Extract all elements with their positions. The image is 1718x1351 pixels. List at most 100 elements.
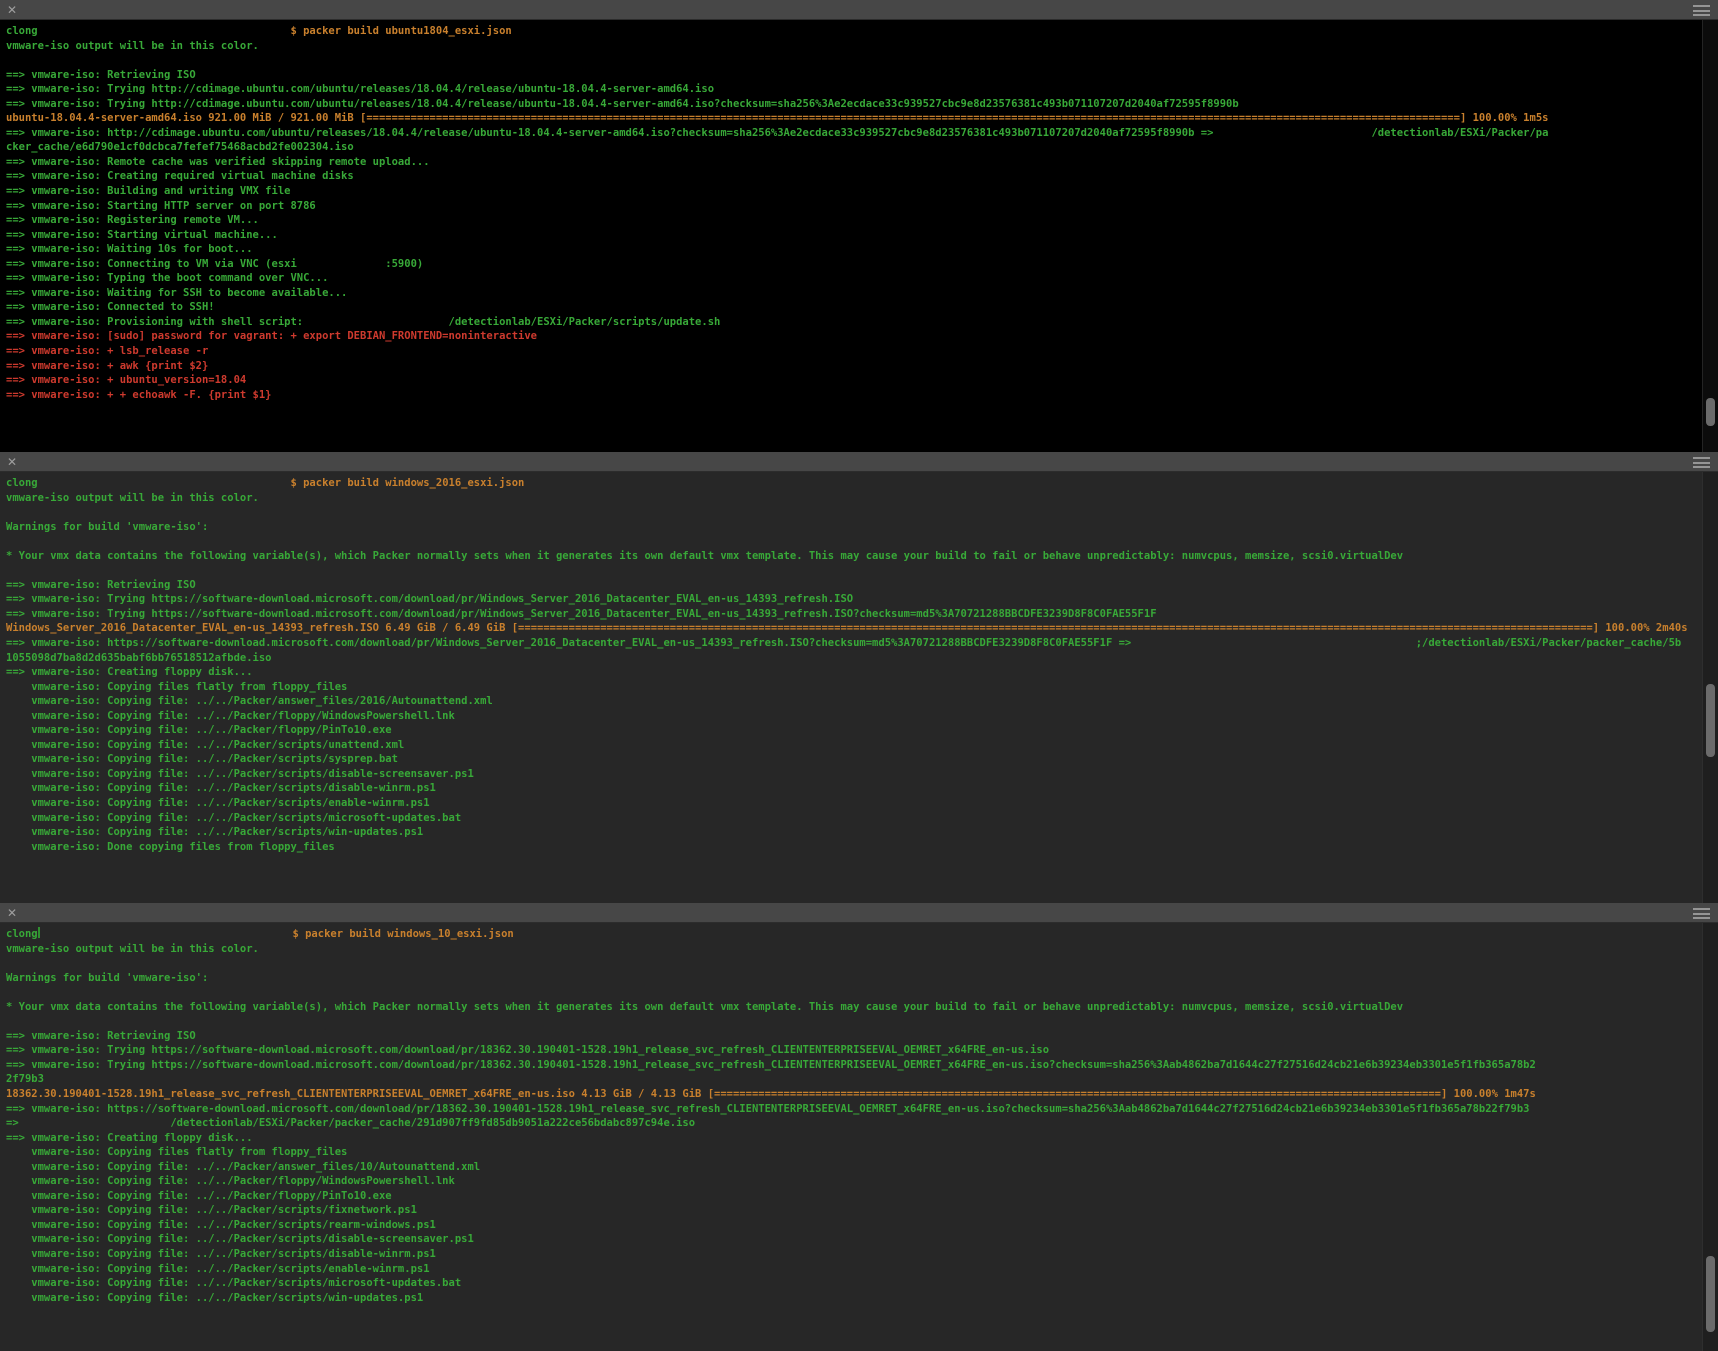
- terminal-line: ==> vmware-iso: [sudo] password for vagr…: [6, 329, 1702, 344]
- terminal-line: vmware-iso: Copying file: ../../Packer/f…: [6, 1174, 1702, 1189]
- terminal-window: { "window": { "close_glyph": "✕" }, "col…: [0, 0, 1718, 1351]
- terminal-line: [6, 534, 1702, 549]
- terminal-line: vmware-iso: Copying file: ../../Packer/f…: [6, 709, 1702, 724]
- menu-icon[interactable]: [1693, 457, 1710, 468]
- terminal-line: ubuntu-18.04.4-server-amd64.iso 921.00 M…: [6, 111, 1702, 126]
- terminal-text: 18362.30.190401-1528.19h1_release_svc_re…: [6, 1088, 714, 1100]
- pane-titlebar[interactable]: ✕: [0, 903, 1718, 923]
- pane-titlebar[interactable]: ✕: [0, 0, 1718, 20]
- terminal-line: => /detectionlab/ESXi/Packer/packer_cach…: [6, 1116, 1702, 1131]
- terminal-line: ==> vmware-iso: Trying http://cdimage.ub…: [6, 82, 1702, 97]
- terminal-line: vmware-iso: Copying file: ../../Packer/s…: [6, 1291, 1702, 1306]
- terminal-line: vmware-iso: Copying file: ../../Packer/f…: [6, 723, 1702, 738]
- terminal-line: vmware-iso: Copying file: ../../Packer/s…: [6, 811, 1702, 826]
- terminal-text: vmware-iso: Copying files flatly from fl…: [6, 681, 347, 693]
- scrollbar[interactable]: [1702, 472, 1718, 903]
- terminal-text: ==> vmware-iso: Creating floppy disk...: [6, 1132, 253, 1144]
- terminal-line: ==> vmware-iso: Connected to SSH!: [6, 300, 1702, 315]
- terminal-line: ==> vmware-iso: Typing the boot command …: [6, 271, 1702, 286]
- terminal-text: vmware-iso: Copying file: ../../Packer/f…: [6, 1190, 392, 1202]
- terminal-text: $ packer build windows_10_esxi.json: [40, 928, 514, 940]
- terminal-line: vmware-iso: Copying file: ../../Packer/f…: [6, 1189, 1702, 1204]
- terminal-output[interactable]: clong $ packer build windows_10_esxi.jso…: [0, 923, 1702, 1351]
- terminal-text: ==> vmware-iso: Typing the boot command …: [6, 272, 328, 284]
- menu-icon[interactable]: [1693, 908, 1710, 919]
- close-icon[interactable]: ✕: [7, 905, 17, 921]
- scrollbar[interactable]: [1702, 923, 1718, 1351]
- menu-icon[interactable]: [1693, 5, 1710, 16]
- terminal-line: vmware-iso: Copying file: ../../Packer/s…: [6, 781, 1702, 796]
- terminal-line: ==> vmware-iso: Retrieving ISO: [6, 68, 1702, 83]
- terminal-text: ==> vmware-iso: Retrieving ISO: [6, 579, 196, 591]
- terminal-line: * Your vmx data contains the following v…: [6, 1000, 1702, 1015]
- terminal-text: 1055098d7ba8d2d635babf6bb76518512afbde.i…: [6, 652, 272, 664]
- terminal-line: ==> vmware-iso: Creating required virtua…: [6, 169, 1702, 184]
- terminal-line: [6, 563, 1702, 578]
- terminal-line: vmware-iso output will be in this color.: [6, 39, 1702, 54]
- terminal-line: vmware-iso: Copying file: ../../Packer/s…: [6, 1232, 1702, 1247]
- terminal-line: ==> vmware-iso: + + echoawk -F. {print $…: [6, 388, 1702, 403]
- terminal-line: ==> vmware-iso: Creating floppy disk...: [6, 1131, 1702, 1146]
- terminal-line: ==> vmware-iso: Waiting for SSH to becom…: [6, 286, 1702, 301]
- terminal-text: ==> vmware-iso: Creating floppy disk...: [6, 666, 253, 678]
- terminal-text: clong: [6, 928, 38, 940]
- terminal-text: ==> vmware-iso: Registering remote VM...: [6, 214, 259, 226]
- terminal-text: vmware-iso: Copying file: ../../Packer/s…: [6, 1248, 436, 1260]
- scrollbar-thumb[interactable]: [1706, 684, 1715, 757]
- terminal-text: vmware-iso output will be in this color.: [6, 492, 259, 504]
- terminal-line: clong $ packer build windows_2016_esxi.j…: [6, 476, 1702, 491]
- terminal-text: vmware-iso: Copying file: ../../Packer/s…: [6, 1263, 430, 1275]
- scrollbar-thumb[interactable]: [1706, 1256, 1715, 1332]
- terminal-text: ========================================…: [714, 1088, 1441, 1100]
- terminal-text: ==> vmware-iso: https://software-downloa…: [6, 637, 1681, 649]
- terminal-line: vmware-iso: Copying file: ../../Packer/s…: [6, 1247, 1702, 1262]
- terminal-text: ==> vmware-iso: Starting HTTP server on …: [6, 200, 316, 212]
- terminal-text: ==> vmware-iso: Provisioning with shell …: [6, 316, 720, 328]
- terminal-line: ==> vmware-iso: Trying https://software-…: [6, 1058, 1702, 1073]
- pane-titlebar[interactable]: ✕: [0, 452, 1718, 472]
- terminal-line: vmware-iso: Copying files flatly from fl…: [6, 680, 1702, 695]
- terminal-line: vmware-iso: Copying file: ../../Packer/s…: [6, 767, 1702, 782]
- terminal-text: ] 100.00% 1m5s: [1460, 112, 1549, 124]
- terminal-line: ==> vmware-iso: https://software-downloa…: [6, 636, 1702, 651]
- terminal-text: ==> vmware-iso: Waiting 10s for boot...: [6, 243, 253, 255]
- terminal-text: vmware-iso: Copying file: ../../Packer/s…: [6, 1219, 436, 1231]
- terminal-line: ==> vmware-iso: Trying http://cdimage.ub…: [6, 97, 1702, 112]
- terminal-text: vmware-iso: Copying file: ../../Packer/s…: [6, 1233, 474, 1245]
- terminal-text: vmware-iso: Copying file: ../../Packer/a…: [6, 1161, 480, 1173]
- terminal-line: ==> vmware-iso: Registering remote VM...: [6, 213, 1702, 228]
- scrollbar-thumb[interactable]: [1706, 398, 1715, 426]
- close-icon[interactable]: ✕: [7, 2, 17, 18]
- terminal-text: vmware-iso output will be in this color.: [6, 943, 259, 955]
- terminal-line: ==> vmware-iso: + ubuntu_version=18.04: [6, 373, 1702, 388]
- terminal-text: ==> vmware-iso: Building and writing VMX…: [6, 185, 290, 197]
- terminal-text: Windows_Server_2016_Datacenter_EVAL_en-u…: [6, 622, 518, 634]
- terminal-text: ubuntu-18.04.4-server-amd64.iso 921.00 M…: [6, 112, 366, 124]
- terminal-line: ==> vmware-iso: Waiting 10s for boot...: [6, 242, 1702, 257]
- terminal-line: ==> vmware-iso: Connecting to VM via VNC…: [6, 257, 1702, 272]
- terminal-line: vmware-iso: Copying file: ../../Packer/s…: [6, 752, 1702, 767]
- terminal-text: ========================================…: [518, 622, 1593, 634]
- terminal-output[interactable]: clong $ packer build ubuntu1804_esxi.jso…: [0, 20, 1702, 452]
- terminal-text: ==> vmware-iso: Remote cache was verifie…: [6, 156, 430, 168]
- terminal-line: ==> vmware-iso: https://software-downloa…: [6, 1102, 1702, 1117]
- terminal-text: Warnings for build 'vmware-iso':: [6, 972, 208, 984]
- terminal-text: * Your vmx data contains the following v…: [6, 550, 1403, 562]
- terminal-text: ==> vmware-iso: Trying http://cdimage.ub…: [6, 98, 1239, 110]
- close-icon[interactable]: ✕: [7, 454, 17, 470]
- terminal-text: ==> vmware-iso: Starting virtual machine…: [6, 229, 278, 241]
- terminal-line: ==> vmware-iso: Creating floppy disk...: [6, 665, 1702, 680]
- terminal-text: ==> vmware-iso: Retrieving ISO: [6, 69, 196, 81]
- terminal-text: cker_cache/e6d790e1cf0dcbca7fefef75468ac…: [6, 141, 354, 153]
- terminal-line: vmware-iso output will be in this color.: [6, 942, 1702, 957]
- terminal-pane-ubuntu1804: ✕ clong $ packer build ubuntu1804_esxi.j…: [0, 0, 1718, 452]
- terminal-line: cker_cache/e6d790e1cf0dcbca7fefef75468ac…: [6, 140, 1702, 155]
- terminal-text: vmware-iso: Done copying files from flop…: [6, 841, 335, 853]
- scrollbar[interactable]: [1702, 20, 1718, 452]
- terminal-text: vmware-iso: Copying file: ../../Packer/s…: [6, 1292, 423, 1304]
- terminal-output[interactable]: clong $ packer build windows_2016_esxi.j…: [0, 472, 1702, 903]
- terminal-line: vmware-iso output will be in this color.: [6, 491, 1702, 506]
- terminal-line: ==> vmware-iso: Trying https://software-…: [6, 607, 1702, 622]
- terminal-text: vmware-iso: Copying file: ../../Packer/f…: [6, 724, 392, 736]
- terminal-line: vmware-iso: Copying file: ../../Packer/s…: [6, 1262, 1702, 1277]
